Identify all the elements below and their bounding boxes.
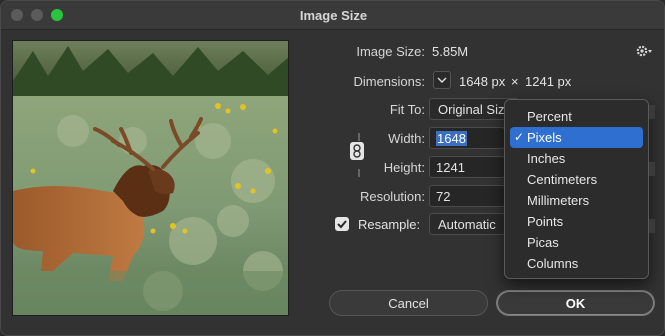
menu-item-points[interactable]: Points [505,211,648,232]
menu-item-millimeters[interactable]: Millimeters [505,190,648,211]
dimensions-times-sign: × [511,74,519,89]
height-unit-select-arrow [649,162,655,176]
image-size-dialog: Image Size Image Size: 5.85M Dimensions:… [0,0,665,336]
dimensions-width-value: 1648 px [459,74,506,89]
menu-item-picas[interactable]: Picas [505,232,648,253]
width-label: Width: [388,131,425,146]
image-preview[interactable] [12,40,289,316]
menu-item-centimeters[interactable]: Centimeters [505,169,648,190]
fit-to-label: Fit To: [389,102,425,117]
ok-button[interactable]: OK [496,290,655,316]
elk-photo [13,41,288,315]
dimensions-toggle-button[interactable] [433,71,451,89]
resample-checkbox[interactable] [335,217,349,231]
window-title: Image Size [299,8,368,23]
checkmark-icon [337,220,347,229]
image-size-value: 5.85M [432,44,469,59]
checkmark-icon: ✓ [514,130,525,144]
resample-label: Resample: [358,217,421,232]
resolution-label: Resolution: [359,189,425,204]
image-size-label: Image Size: [356,44,425,59]
menu-item-pixels[interactable]: ✓ Pixels [510,127,643,148]
dimensions-label: Dimensions: [353,74,425,89]
height-label: Height: [383,160,425,175]
dimensions-height-value: 1241 px [525,74,572,89]
menu-item-percent[interactable]: Percent [505,106,648,127]
title-bar: Image Size [1,1,664,30]
resolution-input[interactable]: 72 [429,185,505,207]
height-input[interactable]: 1241 [429,156,505,178]
width-input[interactable]: 1648 [429,127,505,149]
cancel-button[interactable]: Cancel [329,290,488,316]
fit-to-select-arrow [649,105,655,119]
unit-dropdown-menu: Percent ✓ Pixels Inches Centimeters Mill… [504,99,649,279]
resample-select-arrow [649,219,655,233]
menu-item-inches[interactable]: Inches [505,148,648,169]
width-value: 1648 [436,131,467,146]
menu-item-columns[interactable]: Columns [505,253,648,274]
resample-select[interactable]: Automatic [429,213,505,235]
chevron-down-icon [437,77,447,83]
gear-icon[interactable] [635,43,653,59]
